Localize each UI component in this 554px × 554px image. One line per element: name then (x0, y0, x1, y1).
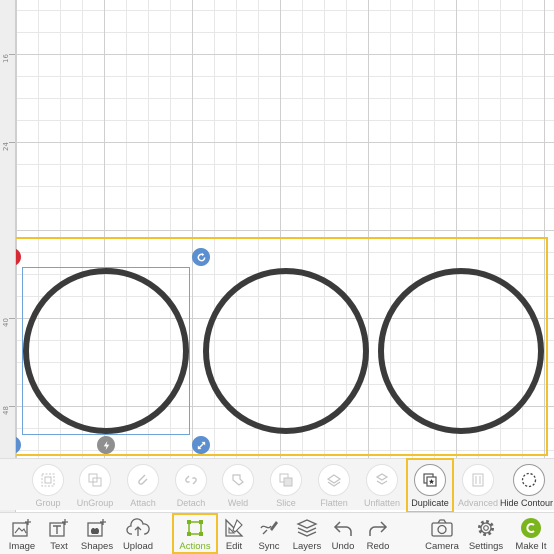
shapes-button[interactable]: Shapes (78, 513, 116, 554)
shapes-label: Shapes (80, 541, 114, 552)
upload-label: Upload (122, 541, 154, 552)
group-icon (32, 464, 64, 496)
rotate-handle[interactable] (192, 248, 210, 266)
hide-contour-icon (513, 464, 545, 496)
ruler-label: 40 (2, 318, 10, 327)
undo-label: Undo (331, 541, 355, 552)
redo-button[interactable]: Redo (363, 513, 393, 554)
sync-icon (257, 516, 281, 540)
ungroup-icon (79, 464, 111, 496)
unflatten-icon (366, 464, 398, 496)
text-button[interactable]: Text (42, 513, 76, 554)
settings-icon (474, 516, 498, 540)
make-it-button[interactable]: Make It (512, 513, 550, 554)
undo-button[interactable]: Undo (328, 513, 358, 554)
redo-label: Redo (366, 541, 390, 552)
upload-icon (126, 516, 150, 540)
weld-icon (222, 464, 254, 496)
make-it-icon (519, 516, 543, 540)
edit-button[interactable]: Edit (221, 513, 247, 554)
flatten-icon (318, 464, 350, 496)
upload-button[interactable]: Upload (119, 513, 157, 554)
ruler-label: 16 (2, 54, 10, 63)
make-it-label: Make It (515, 541, 547, 552)
rotate-icon (197, 252, 205, 261)
edit-icon (222, 516, 246, 540)
image-button[interactable]: Image (4, 513, 40, 554)
sync-label: Sync (258, 541, 280, 552)
layers-label: Layers (292, 541, 322, 552)
settings-label: Settings (468, 541, 504, 552)
actions-highlight (172, 513, 218, 554)
layers-icon (295, 516, 319, 540)
actions-toolbar: Group UnGroup Attach Detach Weld Slice F… (0, 458, 554, 510)
camera-icon (430, 516, 454, 540)
edit-label: Edit (225, 541, 243, 552)
proportion-icon (103, 440, 109, 450)
text-label: Text (50, 541, 68, 552)
camera-label: Camera (425, 541, 459, 552)
ruler-label: 48 (2, 406, 10, 415)
ruler-label: 24 (2, 142, 10, 151)
advanced-icon (462, 464, 494, 496)
resize-handle[interactable] (192, 436, 210, 454)
attach-icon (127, 464, 159, 496)
design-canvas[interactable] (0, 0, 554, 497)
redo-icon (366, 516, 390, 540)
selection-highlight (3, 237, 548, 456)
camera-button[interactable]: Camera (424, 513, 460, 554)
image-add-icon (10, 516, 34, 540)
detach-icon (175, 464, 207, 496)
duplicate-highlight (406, 458, 454, 513)
hide-contour-label: Hide Contour (500, 498, 554, 508)
shapes-icon (85, 516, 109, 540)
text-add-icon (47, 516, 71, 540)
layers-button[interactable]: Layers (290, 513, 324, 554)
main-toolbar: Image Text Shapes Upload Actions Edit Sy… (0, 512, 554, 554)
slice-icon (270, 464, 302, 496)
hide-contour-button[interactable]: Hide Contour (498, 459, 554, 511)
settings-button[interactable]: Settings (467, 513, 505, 554)
image-label: Image (8, 541, 36, 552)
sync-button[interactable]: Sync (255, 513, 283, 554)
undo-icon (331, 516, 355, 540)
size-lock-handle[interactable] (97, 436, 115, 454)
resize-icon (197, 441, 205, 449)
